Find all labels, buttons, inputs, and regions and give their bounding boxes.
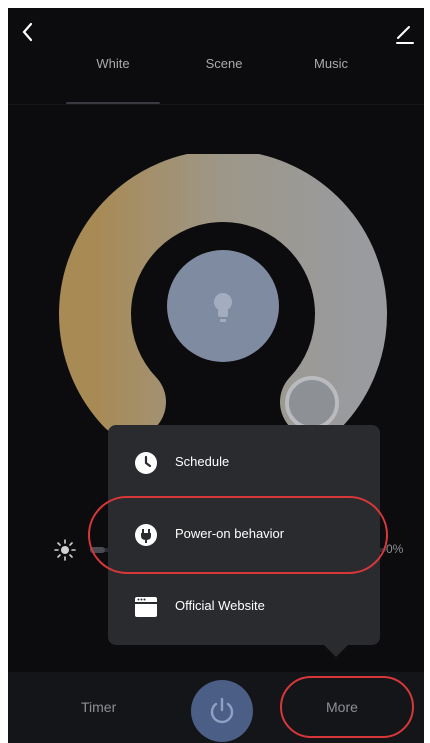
clock-icon [135,452,157,474]
edit-button[interactable] [394,22,416,46]
sun-icon [54,539,76,561]
browser-window-icon [135,597,157,617]
mode-tabs: White Scene Music [8,46,424,106]
menu-item-schedule[interactable]: Schedule [108,433,380,493]
more-button-highlight [280,676,414,738]
tab-white[interactable]: White [96,56,129,71]
menu-item-label: Schedule [175,454,230,469]
brightness-value: 0% [386,542,404,556]
phone-screen: White Scene Music 0% Schedule Power-on b… [8,8,424,743]
menu-pointer [324,645,348,657]
chevron-left-icon [22,22,33,42]
edit-pencil-icon [396,26,414,44]
timer-label: Timer [81,699,117,715]
timer-button[interactable]: Timer [52,694,152,724]
temperature-handle[interactable] [285,376,339,430]
tab-scene[interactable]: Scene [206,56,243,71]
menu-item-label: Official Website [175,598,265,613]
tab-music[interactable]: Music [314,56,348,71]
tab-divider [8,104,424,105]
power-button[interactable] [191,680,253,742]
power-icon [210,697,234,724]
top-bar: White Scene Music [8,8,424,106]
back-button[interactable] [20,20,44,48]
color-temperature-wheel[interactable] [58,154,388,444]
power-on-behavior-highlight [88,496,388,574]
menu-item-official-website[interactable]: Official Website [108,577,380,637]
wheel-graphic [59,154,387,438]
